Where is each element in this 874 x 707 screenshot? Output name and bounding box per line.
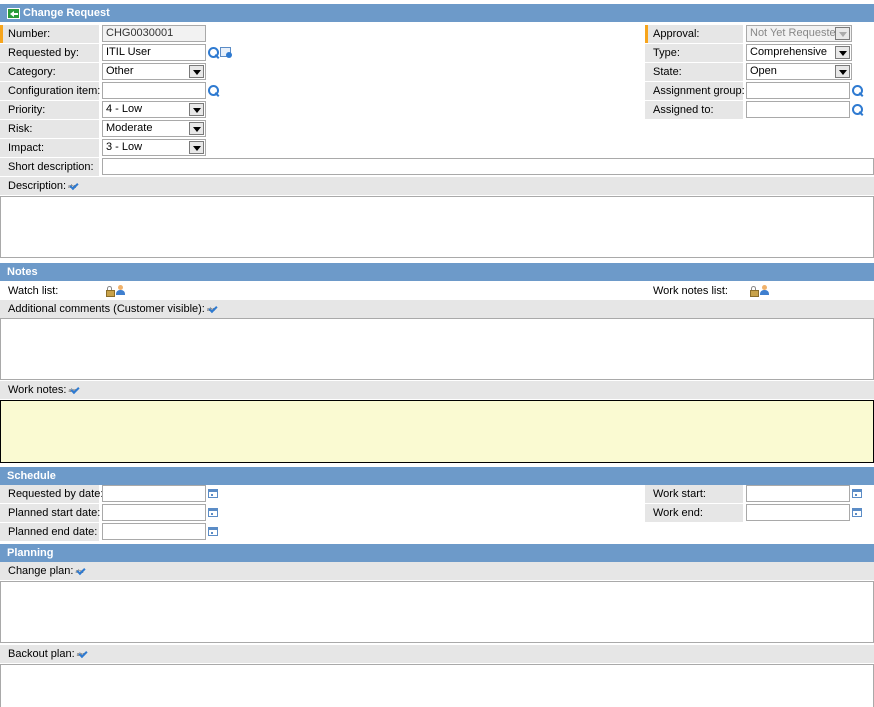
description-label-row: Description: bbox=[0, 177, 874, 196]
backout-plan-label-row: Backout plan: bbox=[0, 645, 874, 664]
work-notes-list-label: Work notes list: bbox=[645, 282, 743, 300]
type-label: Type: bbox=[645, 44, 743, 62]
short-description-label: Short description: bbox=[0, 158, 99, 176]
configuration-item-label: Configuration item: bbox=[0, 82, 100, 100]
lock-icon[interactable] bbox=[106, 286, 115, 297]
add-me-icon[interactable] bbox=[760, 285, 769, 295]
spellcheck-icon[interactable] bbox=[75, 563, 87, 581]
planning-section-header: Planning bbox=[0, 544, 874, 562]
number-field[interactable]: CHG0030001 bbox=[102, 25, 206, 42]
type-select[interactable]: Comprehensive bbox=[746, 44, 852, 61]
spellcheck-icon[interactable] bbox=[207, 301, 219, 319]
work-notes-textarea[interactable] bbox=[0, 400, 874, 463]
state-select[interactable]: Open bbox=[746, 63, 852, 80]
risk-label: Risk: bbox=[0, 120, 99, 138]
requested-by-date-field[interactable] bbox=[102, 485, 206, 502]
category-label: Category: bbox=[0, 63, 99, 81]
change-plan-textarea[interactable] bbox=[0, 581, 874, 643]
calendar-icon[interactable] bbox=[208, 527, 218, 536]
approval-select: Not Yet Requested bbox=[746, 25, 852, 42]
priority-value: 4 - Low bbox=[106, 103, 143, 115]
number-label: Number: bbox=[0, 25, 99, 43]
approval-value: Not Yet Requested bbox=[750, 27, 842, 39]
reference-info-icon[interactable] bbox=[220, 47, 232, 58]
risk-value: Moderate bbox=[106, 122, 153, 134]
category-value: Other bbox=[106, 65, 134, 77]
calendar-icon[interactable] bbox=[208, 489, 218, 498]
lock-icon[interactable] bbox=[750, 286, 759, 297]
chevron-down-icon[interactable] bbox=[189, 103, 204, 116]
risk-select[interactable]: Moderate bbox=[102, 120, 206, 137]
watch-list-row: Watch list: bbox=[0, 282, 645, 300]
assignment-group-label: Assignment group: bbox=[645, 82, 745, 100]
state-label: State: bbox=[645, 63, 743, 81]
chevron-down-icon[interactable] bbox=[189, 141, 204, 154]
change-plan-label-row: Change plan: bbox=[0, 562, 874, 581]
chevron-down-icon[interactable] bbox=[189, 65, 204, 78]
chevron-down-icon[interactable] bbox=[835, 46, 850, 59]
state-value: Open bbox=[750, 65, 777, 77]
requested-by-label: Requested by: bbox=[0, 44, 99, 62]
change-plan-label: Change plan: bbox=[8, 565, 74, 577]
category-select[interactable]: Other bbox=[102, 63, 206, 80]
assignment-group-field[interactable] bbox=[746, 82, 850, 99]
planned-start-date-field[interactable] bbox=[102, 504, 206, 521]
backout-plan-textarea[interactable] bbox=[0, 664, 874, 707]
assignment-group-lookup-icon[interactable] bbox=[852, 85, 863, 96]
schedule-section-header: Schedule bbox=[0, 467, 874, 485]
work-end-label: Work end: bbox=[645, 504, 743, 522]
watch-list-label: Watch list: bbox=[8, 285, 59, 297]
chevron-down-icon[interactable] bbox=[189, 122, 204, 135]
spellcheck-icon[interactable] bbox=[77, 646, 89, 664]
spellcheck-icon[interactable] bbox=[69, 382, 81, 400]
priority-select[interactable]: 4 - Low bbox=[102, 101, 206, 118]
impact-value: 3 - Low bbox=[106, 141, 143, 153]
planned-start-date-label: Planned start date: bbox=[0, 504, 100, 522]
description-textarea[interactable] bbox=[0, 196, 874, 258]
form-title-bar: Change Request bbox=[0, 4, 874, 22]
calendar-icon[interactable] bbox=[852, 508, 862, 517]
priority-label: Priority: bbox=[0, 101, 99, 119]
back-arrow-icon[interactable] bbox=[7, 7, 20, 19]
additional-comments-label: Additional comments (Customer visible): bbox=[8, 303, 205, 315]
form-title: Change Request bbox=[23, 7, 110, 19]
planned-end-date-field[interactable] bbox=[102, 523, 206, 540]
work-start-label: Work start: bbox=[645, 485, 743, 503]
configuration-item-lookup-icon[interactable] bbox=[208, 85, 219, 96]
chevron-down-icon bbox=[835, 27, 850, 40]
assigned-to-lookup-icon[interactable] bbox=[852, 104, 863, 115]
add-me-icon[interactable] bbox=[116, 285, 125, 295]
chevron-down-icon[interactable] bbox=[835, 65, 850, 78]
description-label: Description: bbox=[8, 180, 67, 192]
additional-comments-textarea[interactable] bbox=[0, 318, 874, 380]
type-value: Comprehensive bbox=[750, 46, 828, 58]
approval-label: Approval: bbox=[645, 25, 743, 43]
work-end-field[interactable] bbox=[746, 504, 850, 521]
spellcheck-icon[interactable] bbox=[68, 178, 80, 196]
assigned-to-label: Assigned to: bbox=[645, 101, 743, 119]
work-start-field[interactable] bbox=[746, 485, 850, 502]
requested-by-date-label: Requested by date: bbox=[0, 485, 103, 503]
backout-plan-label: Backout plan: bbox=[8, 648, 75, 660]
assigned-to-field[interactable] bbox=[746, 101, 850, 118]
additional-comments-label-row: Additional comments (Customer visible): bbox=[0, 300, 874, 319]
requested-by-field[interactable]: ITIL User bbox=[102, 44, 206, 61]
calendar-icon[interactable] bbox=[852, 489, 862, 498]
work-notes-label-row: Work notes: bbox=[0, 381, 874, 400]
configuration-item-field[interactable] bbox=[102, 82, 206, 99]
planned-end-date-label: Planned end date: bbox=[0, 523, 99, 541]
short-description-field[interactable] bbox=[102, 158, 874, 175]
requested-by-lookup-icon[interactable] bbox=[208, 47, 219, 58]
work-notes-label: Work notes: bbox=[8, 384, 67, 396]
impact-select[interactable]: 3 - Low bbox=[102, 139, 206, 156]
calendar-icon[interactable] bbox=[208, 508, 218, 517]
impact-label: Impact: bbox=[0, 139, 99, 157]
notes-section-header: Notes bbox=[0, 263, 874, 281]
